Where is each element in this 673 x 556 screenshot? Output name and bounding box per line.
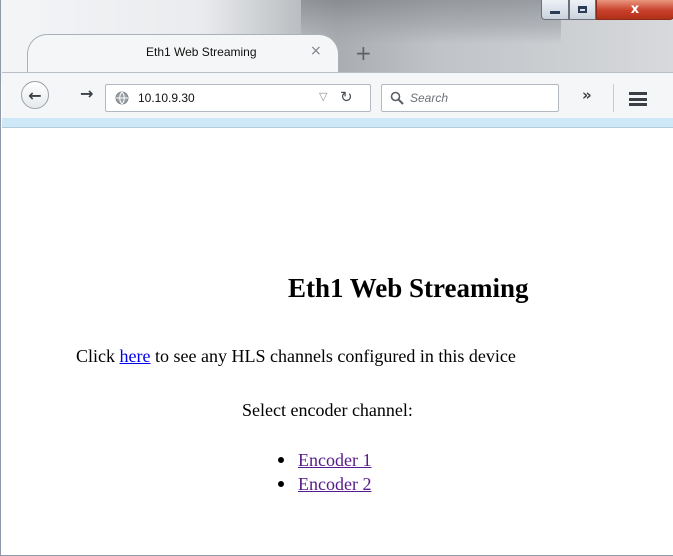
search-icon <box>390 91 404 105</box>
reload-icon[interactable]: ↻ <box>340 88 353 106</box>
browser-window: x Eth1 Web Streaming × + ← → 10.10.9.30 … <box>0 0 673 556</box>
minimize-icon <box>550 11 560 14</box>
minimize-button[interactable] <box>541 0 569 20</box>
globe-icon <box>115 91 129 105</box>
encoder-2-link[interactable]: Encoder 2 <box>298 474 371 495</box>
page-title: Eth1 Web Streaming <box>288 273 529 303</box>
menu-bar-top <box>629 92 647 95</box>
forward-arrow-icon: → <box>80 84 94 103</box>
title-bar-shade <box>301 0 561 44</box>
close-icon: x <box>630 2 640 17</box>
encoder-list: Encoder 1 Encoder 2 <box>278 448 371 496</box>
encoder-1-link[interactable]: Encoder 1 <box>298 450 371 471</box>
new-tab-button[interactable]: + <box>355 43 372 63</box>
menu-bar-middle <box>629 97 647 101</box>
url-text: 10.10.9.30 <box>138 91 195 105</box>
toolbar-separator <box>613 84 614 112</box>
maximize-icon <box>578 6 587 13</box>
window-controls: x <box>541 0 673 22</box>
hls-channels-link[interactable]: here <box>120 346 151 366</box>
bullet-icon <box>278 481 284 487</box>
dropdown-triangle-icon[interactable]: ▽ <box>319 90 327 103</box>
hls-info-line: Click here to see any HLS channels confi… <box>76 346 516 367</box>
back-button[interactable]: ← <box>21 81 49 109</box>
tab-eth1-web-streaming[interactable]: Eth1 Web Streaming × <box>27 34 339 72</box>
maximize-button[interactable] <box>569 0 596 20</box>
forward-button[interactable]: → <box>80 86 93 102</box>
hls-suffix: to see any HLS channels configured in th… <box>150 346 516 366</box>
menu-bar-bottom <box>629 103 647 106</box>
overflow-chevron-icon[interactable]: » <box>582 88 592 103</box>
search-placeholder: Search <box>410 91 449 105</box>
select-encoder-label: Select encoder channel: <box>242 400 413 420</box>
back-arrow-icon: ← <box>28 85 42 105</box>
tab-close-button[interactable]: × <box>310 43 322 59</box>
search-bar[interactable]: Search <box>381 84 559 112</box>
page-content: Eth1 Web Streaming Click here to see any… <box>2 128 673 555</box>
tab-title: Eth1 Web Streaming <box>146 45 257 59</box>
toolbar-accent-strip <box>2 118 673 128</box>
window-close-button[interactable]: x <box>596 0 673 20</box>
list-item: Encoder 2 <box>278 472 371 496</box>
hamburger-menu-icon[interactable] <box>629 92 647 106</box>
list-item: Encoder 1 <box>278 448 371 472</box>
hls-prefix: Click <box>76 346 120 366</box>
address-bar[interactable]: 10.10.9.30 ▽ ↻ <box>105 84 371 112</box>
bullet-icon <box>278 457 284 463</box>
